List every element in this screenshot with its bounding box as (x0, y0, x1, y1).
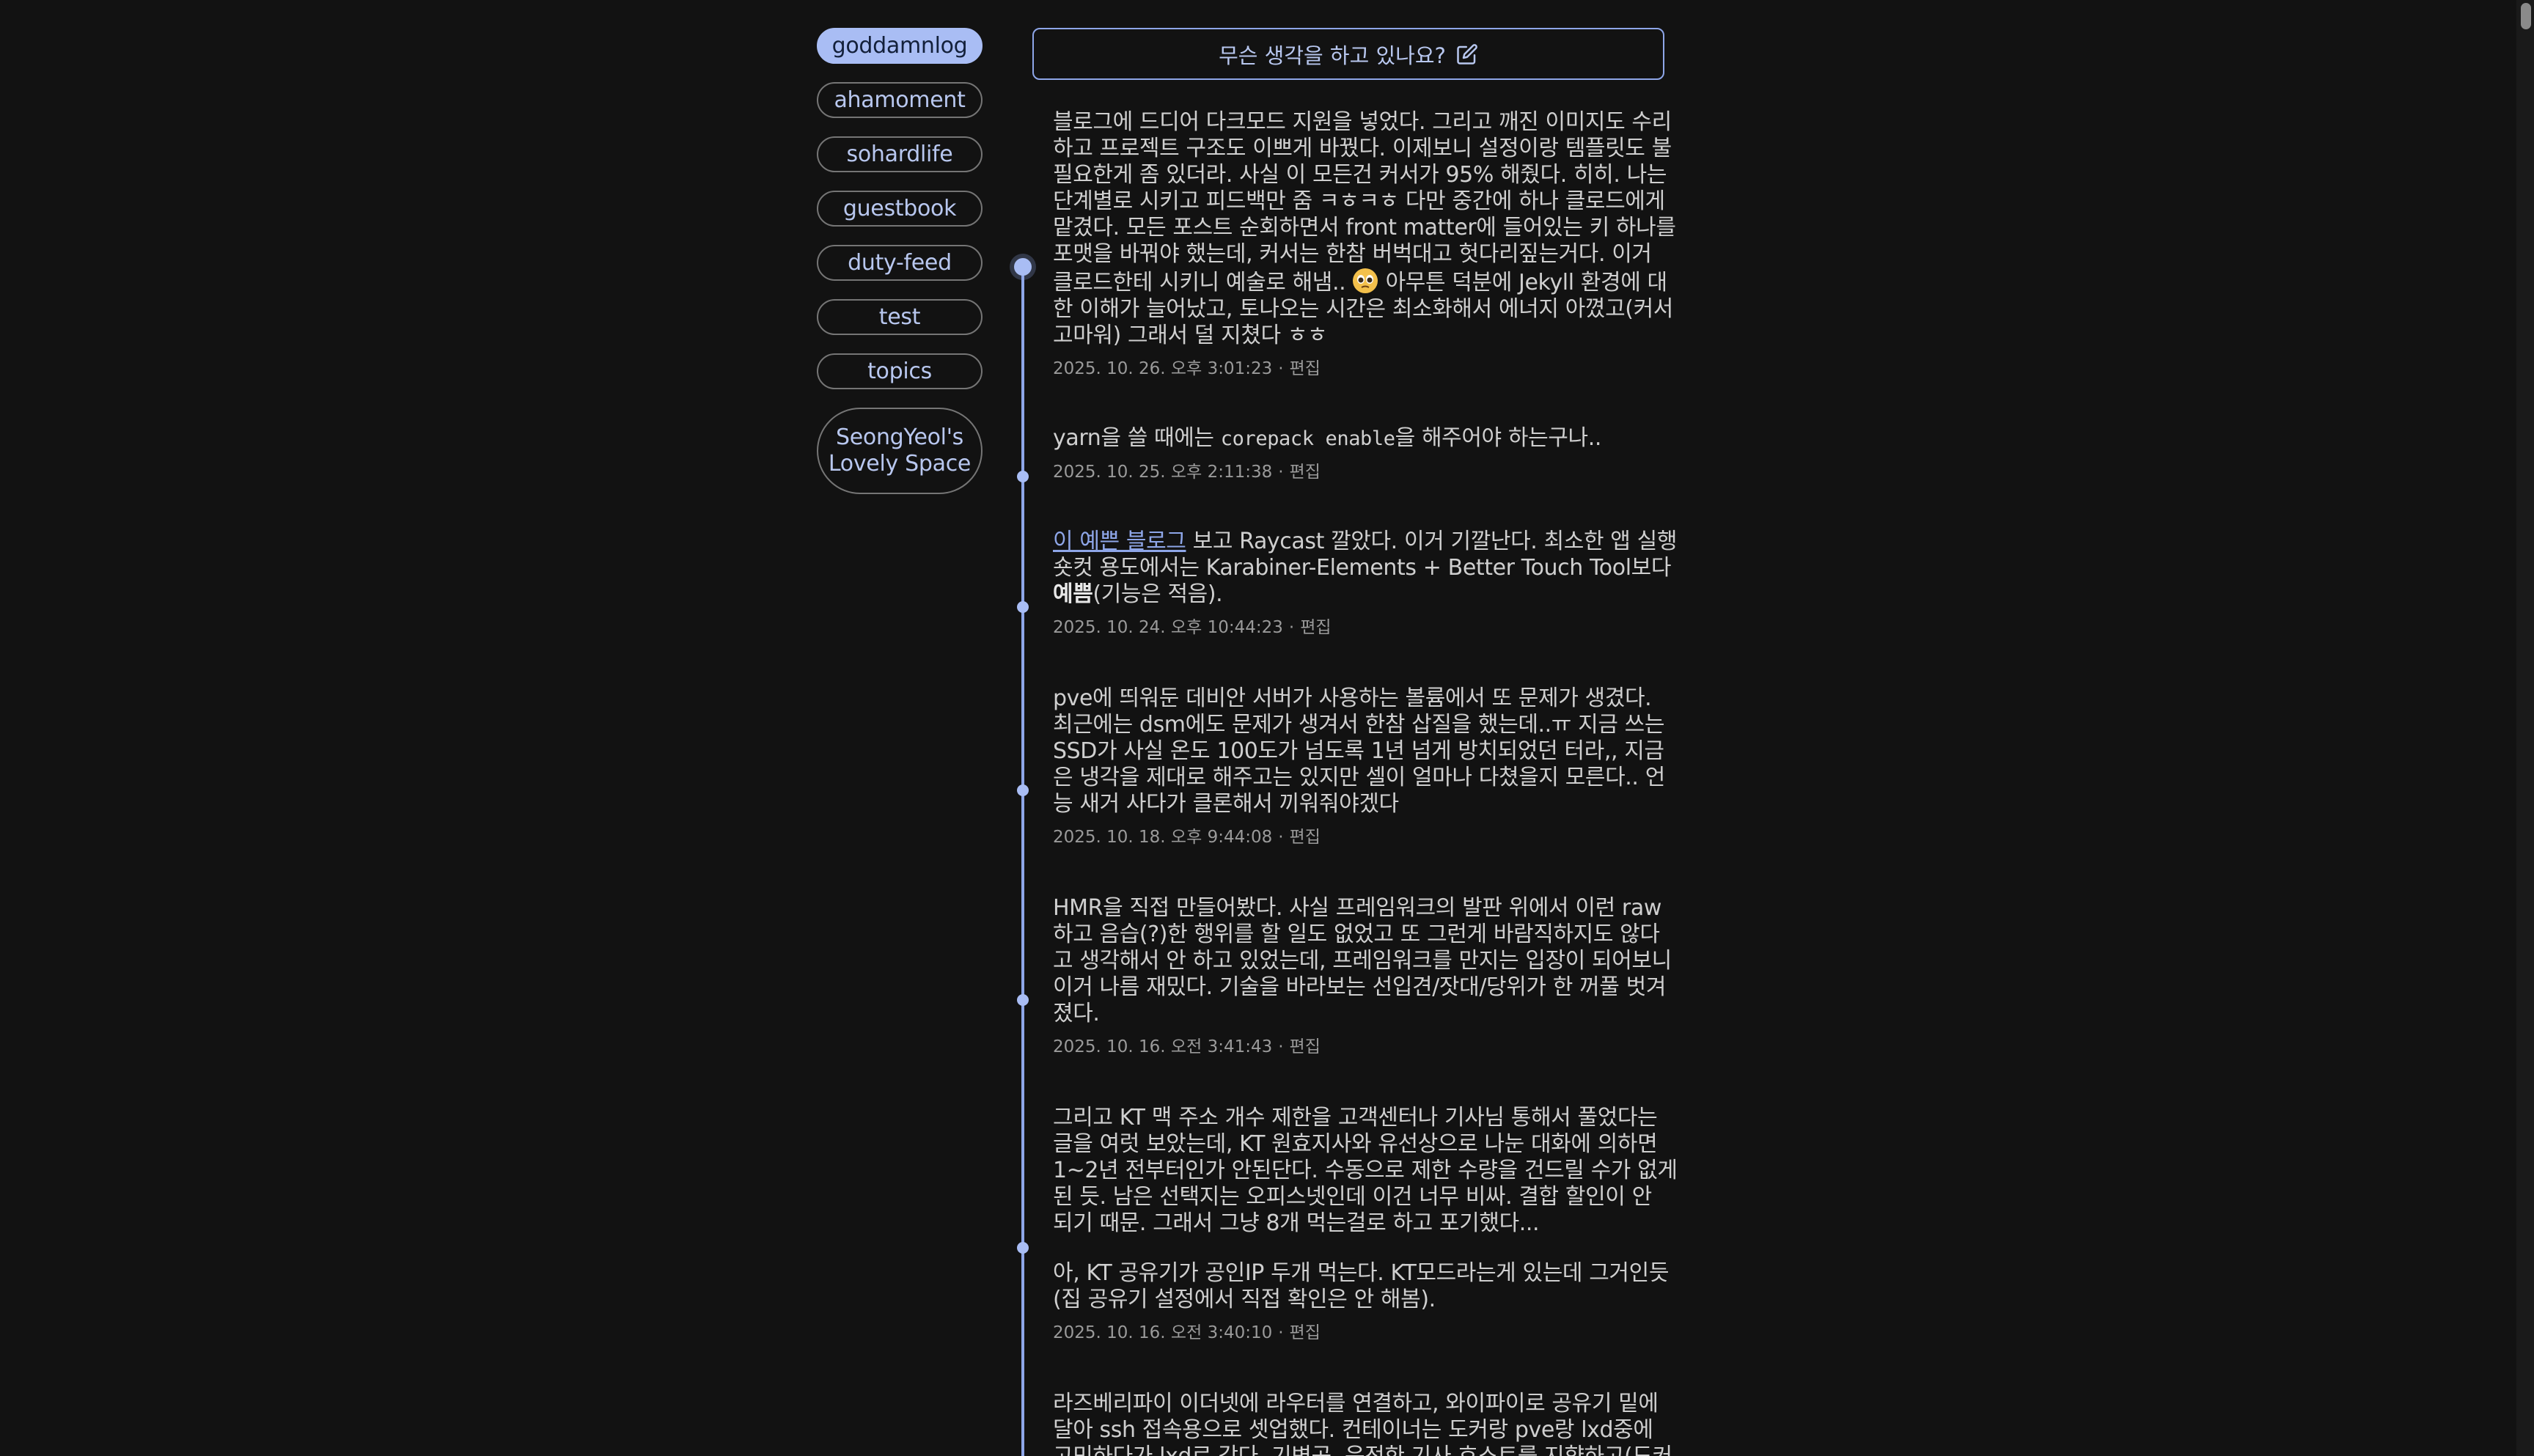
post-meta: 2025. 10. 16. 오전 3:41:43 · 편집 (1053, 1037, 1321, 1056)
edit-link[interactable]: 편집 (1290, 359, 1321, 378)
post-body: 블로그에 드디어 다크모드 지원을 넣었다. 그리고 깨진 이미지도 수리하고 … (1053, 109, 1676, 348)
post-body: pve에 띄워둔 데비안 서버가 사용하는 볼륨에서 또 문제가 생겼다. 최근… (1053, 685, 1665, 817)
post-link[interactable]: 이 예쁜 블로그 (1053, 529, 1186, 554)
timeline-line (1021, 261, 1024, 1456)
nav-pill-topics[interactable]: topics (817, 353, 983, 389)
pleading-face-emoji-icon (1353, 268, 1378, 293)
post-timestamp: 2025. 10. 16. 오전 3:41:43 (1053, 1037, 1273, 1056)
post: yarn을 쓸 때에는 corepack enable을 해주어야 하는구나..… (1053, 425, 1678, 483)
post-body: HMR을 직접 만들어봤다. 사실 프레임워크의 발판 위에서 이런 raw하고… (1053, 895, 1672, 1026)
post-body: 라즈베리파이 이더넷에 라우터를 연결하고, 와이파이로 공유기 밑에 달아 s… (1053, 1391, 1672, 1456)
post-meta: 2025. 10. 18. 오후 9:44:08 · 편집 (1053, 828, 1321, 847)
timeline-dot (1017, 1242, 1029, 1254)
edit-icon (1457, 43, 1477, 65)
timeline-dot (1014, 258, 1032, 276)
post-timestamp: 2025. 10. 24. 오후 10:44:23 (1053, 618, 1283, 637)
post-body: 그리고 KT 맥 주소 개수 제한을 고객센터나 기사님 통해서 풀었다는 글을… (1053, 1105, 1678, 1312)
timeline-dot (1017, 601, 1029, 613)
edit-link[interactable]: 편집 (1290, 463, 1321, 482)
scrollbar-thumb[interactable] (2521, 3, 2531, 29)
compose-prompt: 무슨 생각을 하고 있나요? (1219, 43, 1446, 68)
nav-pill-guestbook[interactable]: guestbook (817, 191, 983, 227)
timeline-dot (1017, 784, 1029, 796)
compose-button[interactable]: 무슨 생각을 하고 있나요? (1032, 28, 1664, 80)
nav-pill-test[interactable]: test (817, 299, 983, 335)
nav-pill-lovely-space[interactable]: SeongYeol's Lovely Space (817, 408, 983, 494)
post-meta: 2025. 10. 26. 오후 3:01:23 · 편집 (1053, 359, 1321, 378)
post-meta: 2025. 10. 24. 오후 10:44:23 · 편집 (1053, 618, 1332, 637)
blog-nav: goddamnlog ahamoment sohardlife guestboo… (817, 28, 983, 512)
post: 그리고 KT 맥 주소 개수 제한을 고객센터나 기사님 통해서 풀었다는 글을… (1053, 1105, 1678, 1344)
post: 라즈베리파이 이더넷에 라우터를 연결하고, 와이파이로 공유기 밑에 달아 s… (1053, 1391, 1678, 1456)
post-meta: 2025. 10. 25. 오후 2:11:38 · 편집 (1053, 463, 1321, 482)
nav-pill-sohardlife[interactable]: sohardlife (817, 136, 983, 172)
post-body: yarn을 쓸 때에는 corepack enable을 해주어야 하는구나.. (1053, 425, 1601, 451)
post-timestamp: 2025. 10. 18. 오후 9:44:08 (1053, 828, 1273, 847)
post-meta: 2025. 10. 16. 오전 3:40:10 · 편집 (1053, 1323, 1321, 1342)
post-timestamp: 2025. 10. 16. 오전 3:40:10 (1053, 1323, 1273, 1342)
inline-code: corepack enable (1220, 427, 1395, 450)
nav-pill-duty-feed[interactable]: duty-feed (817, 245, 983, 281)
post: 블로그에 드디어 다크모드 지원을 넣었다. 그리고 깨진 이미지도 수리하고 … (1053, 109, 1678, 380)
post-timestamp: 2025. 10. 26. 오후 3:01:23 (1053, 359, 1273, 378)
post: HMR을 직접 만들어봤다. 사실 프레임워크의 발판 위에서 이런 raw하고… (1053, 895, 1678, 1058)
timeline-dot (1017, 471, 1029, 482)
scrollbar[interactable] (2516, 0, 2534, 1456)
edit-link[interactable]: 편집 (1290, 1323, 1321, 1342)
edit-link[interactable]: 편집 (1290, 1037, 1321, 1056)
edit-link[interactable]: 편집 (1300, 618, 1331, 637)
nav-pill-goddamnlog[interactable]: goddamnlog (817, 28, 983, 64)
timeline-dot (1017, 994, 1029, 1006)
post-body: 이 예쁜 블로그 보고 Raycast 깔았다. 이거 기깔난다. 최소한 앱 … (1053, 529, 1678, 607)
post: pve에 띄워둔 데비안 서버가 사용하는 볼륨에서 또 문제가 생겼다. 최근… (1053, 685, 1678, 848)
post: 이 예쁜 블로그 보고 Raycast 깔았다. 이거 기깔난다. 최소한 앱 … (1053, 529, 1678, 639)
nav-pill-ahamoment[interactable]: ahamoment (817, 82, 983, 118)
app-root: goddamnlog ahamoment sohardlife guestboo… (0, 0, 2534, 1456)
edit-link[interactable]: 편집 (1290, 828, 1321, 847)
post-timestamp: 2025. 10. 25. 오후 2:11:38 (1053, 463, 1273, 482)
